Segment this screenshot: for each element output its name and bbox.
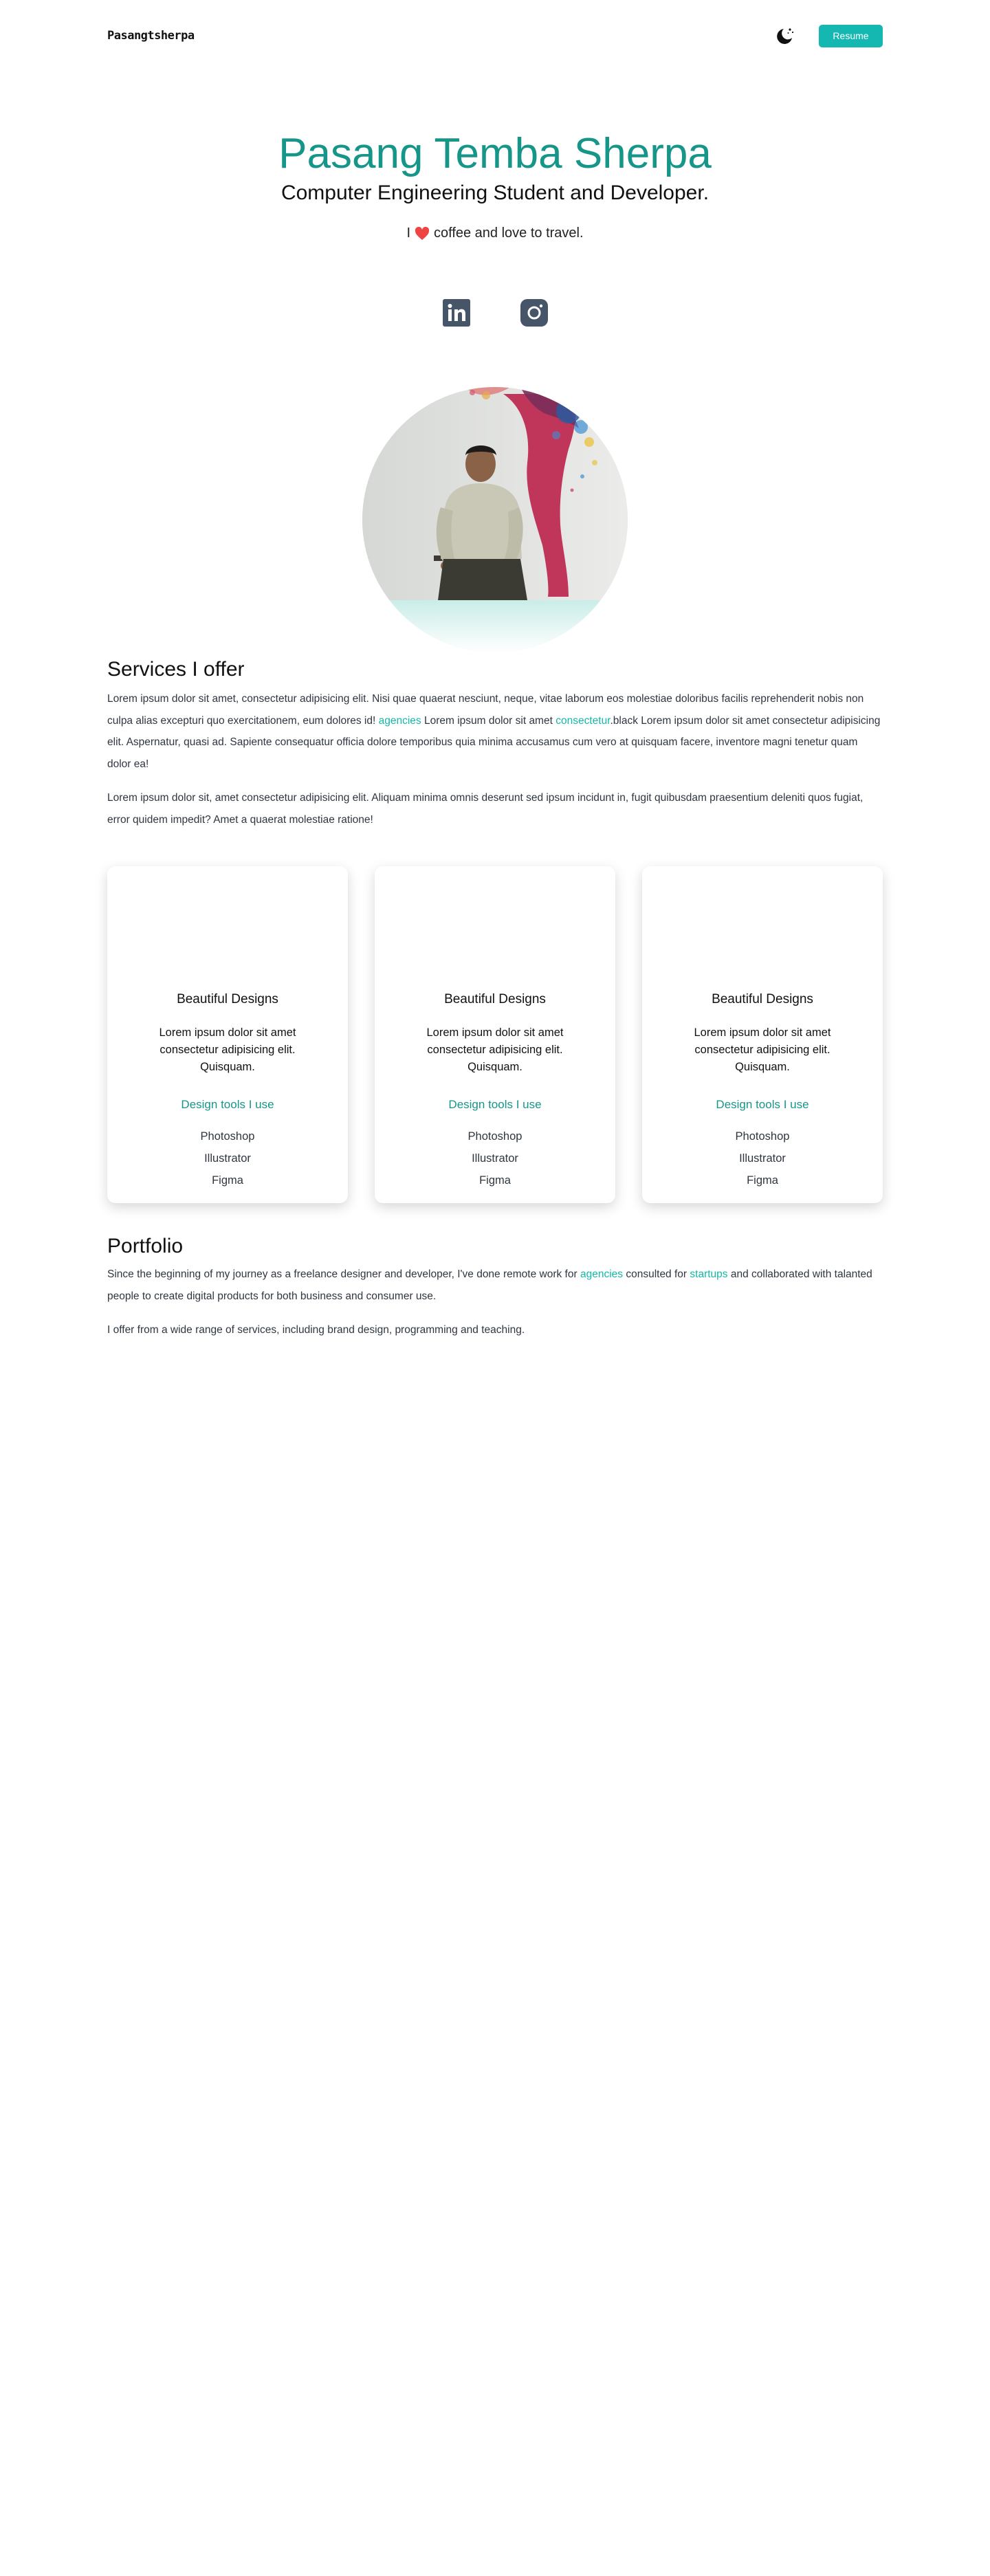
site-logo[interactable]: Pasangtsherpa	[107, 29, 195, 43]
tool-item: Illustrator	[472, 1152, 518, 1165]
tool-item: Figma	[747, 1174, 778, 1187]
card-title: Beautiful Designs	[712, 992, 813, 1007]
card-tools-title: Design tools I use	[716, 1098, 809, 1112]
heart-icon	[415, 226, 430, 241]
profile-photo	[362, 387, 628, 653]
navbar: Pasangtsherpa Resume	[107, 0, 883, 71]
moon-icon[interactable]	[775, 25, 795, 46]
card-title: Beautiful Designs	[177, 992, 278, 1007]
service-card: Beautiful Designs Lorem ipsum dolor sit …	[375, 866, 615, 1204]
tool-item: Illustrator	[204, 1152, 251, 1165]
portfolio-paragraph-2: I offer from a wide range of services, i…	[107, 1324, 525, 1336]
services-paragraph-2: Lorem ipsum dolor sit, amet consectetur …	[107, 792, 864, 826]
card-tools-list: Photoshop Illustrator Figma	[642, 1125, 883, 1191]
card-tools-list: Photoshop Illustrator Figma	[107, 1125, 348, 1191]
hero-subtitle: Computer Engineering Student and Develop…	[280, 181, 710, 205]
service-cards: Beautiful Designs Lorem ipsum dolor sit …	[107, 866, 883, 1204]
card-tools-list: Photoshop Illustrator Figma	[375, 1125, 615, 1191]
portfolio-text: Since the beginning of my journey as a f…	[107, 1268, 578, 1281]
card-tools-title: Design tools I use	[448, 1098, 542, 1112]
hero-name: Pasang Temba Sherpa	[278, 130, 712, 177]
services-title: Services I offer	[107, 658, 245, 681]
social-links	[107, 299, 883, 327]
instagram-icon[interactable]	[520, 299, 548, 327]
service-card: Beautiful Designs Lorem ipsum dolor sit …	[642, 866, 883, 1204]
startups-link[interactable]: startups	[690, 1268, 727, 1280]
card-description: Lorem ipsum dolor sit amet consectetur a…	[694, 1026, 831, 1074]
services-text: Lorem ipsum dolor sit amet	[424, 714, 553, 727]
services-section: Services I offer Lorem ipsum dolor sit a…	[107, 658, 883, 1204]
tool-item: Photoshop	[468, 1130, 522, 1143]
resume-button[interactable]: Resume	[819, 24, 883, 47]
tagline-suffix: coffee and love to travel.	[434, 225, 584, 241]
tool-item: Photoshop	[735, 1130, 790, 1143]
linkedin-icon[interactable]	[442, 299, 470, 327]
card-title: Beautiful Designs	[444, 992, 546, 1007]
avatar-wrapper	[107, 387, 883, 653]
consectetur-link[interactable]: consectetur	[556, 715, 610, 727]
agencies-link[interactable]: agencies	[580, 1268, 623, 1280]
portfolio-title: Portfolio	[107, 1235, 184, 1258]
hero-section: Pasang Temba Sherpa Computer Engineering…	[107, 71, 883, 653]
agencies-link[interactable]: agencies	[379, 715, 421, 727]
tool-item: Figma	[212, 1174, 243, 1187]
card-description: Lorem ipsum dolor sit amet consectetur a…	[159, 1026, 296, 1074]
portfolio-text: consulted for	[626, 1268, 688, 1281]
hero-tagline: I coffee and love to travel.	[107, 225, 883, 241]
tool-item: Illustrator	[739, 1152, 786, 1165]
service-card: Beautiful Designs Lorem ipsum dolor sit …	[107, 866, 348, 1204]
tagline-prefix: I	[406, 225, 410, 241]
portfolio-paragraph-1: Since the beginning of my journey as a f…	[107, 1264, 883, 1307]
portfolio-section: Portfolio Since the beginning of my jour…	[107, 1235, 883, 1341]
card-tools-title: Design tools I use	[181, 1098, 274, 1112]
tool-item: Figma	[479, 1174, 511, 1187]
card-description: Lorem ipsum dolor sit amet consectetur a…	[426, 1026, 564, 1074]
photo-gradient	[362, 600, 628, 653]
tool-item: Photoshop	[200, 1130, 255, 1143]
services-paragraph-1: Lorem ipsum dolor sit amet, consectetur …	[107, 688, 883, 775]
nav-actions: Resume	[775, 24, 883, 47]
